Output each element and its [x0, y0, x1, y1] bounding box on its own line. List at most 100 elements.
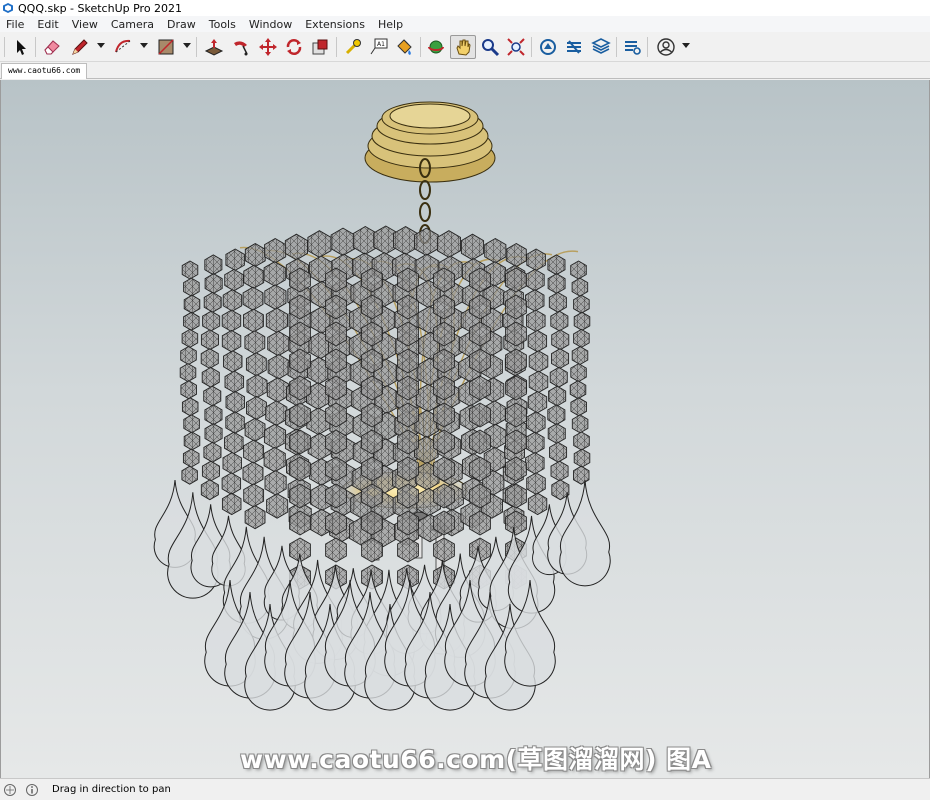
status-hint: Drag in direction to pan [52, 784, 171, 795]
eraser-icon [44, 40, 60, 55]
orbit-tool[interactable] [424, 35, 448, 59]
crystal-bead-facets [265, 400, 287, 426]
push-pull-icon [204, 39, 224, 56]
pencil-icon [72, 39, 88, 55]
toolbar-separator [647, 37, 648, 57]
follow-me-icon [234, 41, 248, 56]
extension-warehouse-button[interactable] [562, 35, 586, 59]
account-dropdown[interactable] [682, 43, 690, 48]
crystal-bead-facets [243, 265, 264, 289]
crystal-bead-facets [264, 447, 286, 472]
paint-bucket-tool[interactable] [392, 35, 416, 59]
paint-bucket-icon [397, 39, 412, 55]
toolbar-grip[interactable] [4, 37, 5, 57]
tape-measure-tool[interactable] [341, 35, 365, 59]
layout-icon [591, 38, 611, 54]
crystal-bead-facets [245, 505, 265, 529]
model-viewport[interactable]: www.caotu66.com(草图溜溜网) 图A [0, 80, 930, 778]
status-bar: Drag in direction to pan [0, 778, 930, 800]
menu-bar: File Edit View Camera Draw Tools Window … [0, 16, 930, 32]
crystal-bead-facets [204, 292, 222, 313]
menu-camera[interactable]: Camera [105, 18, 161, 31]
scene-tab[interactable]: www.caotu66.com [1, 63, 88, 79]
menu-draw[interactable]: Draw [161, 18, 203, 31]
extension-manager-button[interactable] [620, 35, 644, 59]
toolbar-separator [196, 37, 197, 57]
rotate-icon [286, 39, 302, 55]
crystal-bead-facets [461, 234, 484, 260]
crystal-bead-facets [265, 470, 287, 495]
toolbar-separator [616, 37, 617, 57]
scale-icon [312, 39, 328, 55]
account-button[interactable] [653, 35, 679, 59]
menu-tools[interactable]: Tools [203, 18, 243, 31]
line-tool-dropdown[interactable] [97, 43, 105, 48]
select-tool[interactable] [10, 35, 32, 59]
arc-icon [115, 39, 131, 53]
line-tool[interactable] [68, 35, 92, 59]
crystal-bead-facets [393, 226, 418, 255]
large-toolset-toolbar: A1 [0, 32, 930, 62]
crystal-bead-facets [246, 352, 267, 376]
sketchup-logo-icon [3, 3, 13, 13]
info-icon[interactable] [25, 783, 39, 797]
crystal-bead-facets [245, 418, 265, 442]
canopy-top [389, 103, 471, 129]
move-icon [259, 38, 277, 56]
crystal-bead-facets [307, 230, 331, 258]
rectangle-tool[interactable] [154, 35, 178, 59]
text-icon: A1 [370, 38, 388, 55]
crystal-bead-facets [244, 330, 265, 354]
crystal-bead-facets [414, 228, 439, 256]
follow-me-tool[interactable] [229, 35, 253, 59]
extension-icon [567, 40, 581, 54]
crystal-bead-facets [325, 538, 347, 562]
crystal-bead-facets [243, 440, 264, 464]
crystal-bead-facets [243, 309, 264, 333]
scale-tool[interactable] [308, 35, 332, 59]
text-tool[interactable]: A1 [367, 35, 391, 59]
warehouse-icon [540, 39, 556, 55]
crystal-bead-facets [285, 234, 308, 260]
arrow-cursor-icon [17, 40, 26, 55]
push-pull-tool[interactable] [202, 35, 226, 59]
menu-extensions[interactable]: Extensions [299, 18, 372, 31]
menu-view[interactable]: View [66, 18, 105, 31]
rotate-tool[interactable] [282, 35, 306, 59]
toolbar-separator [35, 37, 36, 57]
menu-edit[interactable]: Edit [31, 18, 65, 31]
layout-button[interactable] [589, 35, 613, 59]
crystal-bead-facets [264, 424, 286, 449]
zoom-tool[interactable] [478, 35, 502, 59]
eraser-tool[interactable] [40, 35, 64, 59]
user-icon [657, 38, 675, 56]
toolbar-separator [531, 37, 532, 57]
crystal-bead-facets [267, 331, 289, 356]
rectangle-icon [158, 39, 174, 55]
move-tool[interactable] [256, 35, 280, 59]
crystal-bead-facets [264, 284, 286, 310]
ceiling-canopy [364, 101, 496, 244]
crystal-bead-facets [243, 462, 263, 485]
geo-location-icon[interactable] [3, 783, 17, 797]
crystal-bead-facets [243, 287, 263, 311]
crystal-bead-facets [247, 374, 267, 398]
menu-file[interactable]: File [0, 18, 31, 31]
tape-measure-icon [345, 39, 361, 55]
hand-icon [456, 39, 471, 56]
menu-help[interactable]: Help [372, 18, 410, 31]
arc-tool[interactable] [111, 35, 135, 59]
rectangle-tool-dropdown[interactable] [183, 43, 191, 48]
extension-manager-icon [625, 41, 641, 55]
zoom-extents-tool[interactable] [504, 35, 528, 59]
crystal-bead-facets [266, 493, 288, 519]
crystal-bead-facets [267, 377, 289, 403]
crystal-bead-facets [331, 228, 355, 256]
watermark-text: www.caotu66.com(草图溜溜网) 图A [240, 745, 712, 774]
chain-link [419, 202, 431, 222]
arc-tool-dropdown[interactable] [140, 43, 148, 48]
magnifier-icon [482, 39, 500, 57]
menu-window[interactable]: Window [243, 18, 299, 31]
pan-tool[interactable] [450, 35, 476, 59]
3d-warehouse-button[interactable] [536, 35, 560, 59]
